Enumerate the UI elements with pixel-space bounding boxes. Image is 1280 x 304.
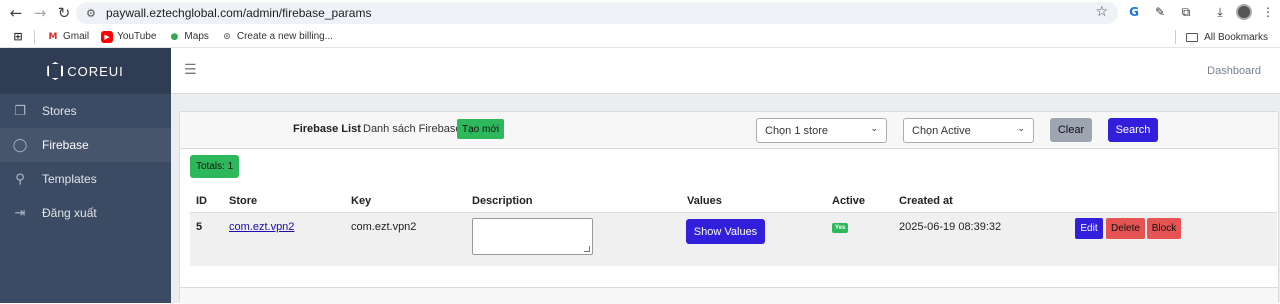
url-text: paywall.eztechglobal.com/admin/firebase_…: [106, 6, 372, 20]
folder-icon: [1186, 32, 1199, 42]
browser-toolbar: ← → ↻ ⚙ paywall.eztechglobal.com/admin/f…: [0, 0, 1280, 26]
bookmark-gmail[interactable]: M Gmail: [47, 31, 90, 43]
brand-logo[interactable]: COREUI: [0, 48, 171, 94]
main-content: Firebase List Danh sách Firebase Tạo mới…: [171, 94, 1280, 304]
sidebar: COREUI ❐ Stores ◯ Firebase ⚲ Templates ⇥…: [0, 48, 171, 303]
chevron-down-icon: ⌄: [1017, 124, 1025, 134]
translate-icon[interactable]: G: [1124, 2, 1144, 22]
hamburger-menu-icon[interactable]: ☰: [184, 62, 197, 78]
column-header: Values: [687, 195, 722, 207]
card-footer: [180, 287, 1278, 304]
site-settings-icon[interactable]: ⚙: [86, 7, 100, 20]
store-select-value: Chọn 1 store: [765, 124, 828, 137]
bookmark-star-icon[interactable]: ☆: [1095, 4, 1108, 20]
sidebar-item-label: Đăng xuất: [42, 206, 97, 220]
delete-button[interactable]: Delete: [1106, 218, 1145, 239]
address-bar[interactable]: ⚙ paywall.eztechglobal.com/admin/firebas…: [76, 2, 1118, 24]
forward-icon[interactable]: →: [28, 1, 52, 25]
logout-icon: ⇥: [14, 205, 26, 221]
sidebar-item-firebase[interactable]: ◯ Firebase: [0, 128, 171, 162]
menu-icon[interactable]: ⋮: [1258, 2, 1278, 22]
chevron-down-icon: ⌄: [870, 124, 878, 134]
sidebar-item-stores[interactable]: ❐ Stores: [0, 94, 171, 128]
bookmark-label: Create a new billing...: [236, 31, 334, 42]
download-icon[interactable]: ⤓: [1210, 2, 1230, 22]
brand-text: COREUI: [67, 63, 124, 79]
column-header: Description: [472, 195, 533, 207]
create-button[interactable]: Tạo mới: [457, 119, 505, 139]
table-header: ID Store Key Description Values Active C…: [190, 189, 1277, 213]
show-values-button[interactable]: Show Values: [686, 219, 765, 244]
store-select[interactable]: Chọn 1 store ⌄: [756, 118, 887, 143]
row-id: 5: [196, 221, 203, 233]
sidebar-item-logout[interactable]: ⇥ Đăng xuất: [0, 196, 171, 230]
firebase-card: Firebase List Danh sách Firebase Tạo mới…: [179, 111, 1279, 304]
profile-avatar[interactable]: [1236, 4, 1252, 20]
totals-badge: Totals: 1: [190, 155, 240, 178]
page-subtitle: Danh sách Firebase: [363, 123, 462, 135]
column-header: Created at: [899, 195, 953, 207]
column-header: Active: [832, 195, 866, 207]
edit-button[interactable]: Edit: [1075, 218, 1103, 239]
active-select[interactable]: Chọn Active ⌄: [903, 118, 1034, 143]
extensions-icon[interactable]: ⧉: [1176, 2, 1196, 22]
bookmarks-bar: ⊞ M Gmail ▶ YouTube ● Maps ⊙ Create a new bi…: [0, 26, 1280, 48]
bookmark-maps[interactable]: ● Maps: [168, 31, 208, 43]
description-textarea[interactable]: [472, 218, 593, 255]
window-icon: ❐: [14, 103, 26, 119]
extensions-area: G ✎ ⧉ ⤓ ⋮: [1124, 2, 1278, 22]
table-row: 5 com.ezt.vpn2 com.ezt.vpn2 Show Values …: [190, 213, 1277, 266]
maps-pin-icon: ●: [170, 31, 179, 42]
sidebar-item-label: Stores: [42, 104, 77, 118]
column-header: ID: [196, 195, 207, 207]
active-status-badge: Yes: [832, 223, 849, 233]
sidebar-item-templates[interactable]: ⚲ Templates: [0, 162, 171, 196]
sidebar-item-label: Firebase: [42, 138, 89, 152]
row-store-link[interactable]: com.ezt.vpn2: [229, 221, 294, 233]
bookmark-billing[interactable]: ⊙ Create a new billing...: [221, 31, 333, 43]
bookmarks-divider: [1175, 30, 1177, 44]
row-key: com.ezt.vpn2: [351, 221, 417, 233]
block-button[interactable]: Block: [1147, 218, 1181, 239]
apps-icon[interactable]: ⊞: [12, 30, 24, 43]
reload-icon[interactable]: ↻: [52, 1, 76, 25]
top-header: ☰ Dashboard: [171, 48, 1280, 94]
sidebar-item-label: Templates: [42, 172, 97, 186]
all-bookmarks-label: All Bookmarks: [1204, 31, 1268, 43]
mouse-icon: ◯: [12, 137, 28, 153]
paperclip-icon: ⚲: [15, 171, 25, 187]
back-icon[interactable]: ←: [4, 1, 28, 25]
column-header: Store: [229, 195, 258, 207]
all-bookmarks[interactable]: All Bookmarks: [1175, 30, 1268, 44]
filter-bar: Firebase List Danh sách Firebase Tạo mới…: [180, 112, 1278, 149]
clear-button[interactable]: Clear: [1050, 118, 1092, 142]
globe-icon: ⊙: [223, 31, 231, 42]
column-header: Key: [351, 195, 372, 207]
bookmark-youtube[interactable]: ▶ YouTube: [101, 30, 157, 43]
bookmarks-divider: [34, 29, 35, 44]
firebase-table: ID Store Key Description Values Active C…: [190, 189, 1277, 266]
coreui-logo-icon: [47, 62, 64, 80]
dashboard-link[interactable]: Dashboard: [1207, 65, 1261, 77]
bookmark-label: Gmail: [63, 31, 90, 42]
bookmark-label: Maps: [184, 31, 209, 42]
eyedropper-icon[interactable]: ✎: [1150, 2, 1170, 22]
gmail-icon: M: [48, 31, 58, 42]
row-created-at: 2025-06-19 08:39:32: [899, 221, 1002, 233]
youtube-icon: ▶: [101, 30, 114, 43]
search-button[interactable]: Search: [1108, 118, 1158, 142]
page-title: Firebase List: [293, 123, 361, 135]
bookmark-label: YouTube: [117, 31, 157, 42]
active-select-value: Chọn Active: [912, 124, 971, 137]
